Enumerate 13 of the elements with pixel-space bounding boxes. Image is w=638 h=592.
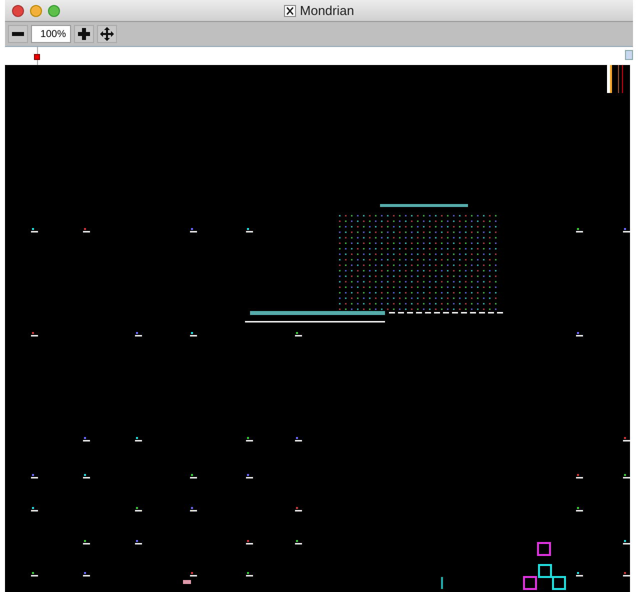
- zoom-in-button[interactable]: [74, 25, 94, 43]
- window-title: Mondrian: [300, 2, 354, 20]
- close-button[interactable]: [12, 4, 24, 16]
- zoom-button[interactable]: [48, 4, 60, 16]
- move-icon: [100, 27, 114, 41]
- minus-icon: [12, 32, 24, 36]
- position-marker[interactable]: [34, 54, 40, 60]
- minimize-button[interactable]: [30, 4, 42, 16]
- x11-icon: [284, 4, 296, 16]
- zoom-field[interactable]: 100%: [31, 25, 71, 43]
- zoom-out-button[interactable]: [8, 25, 28, 43]
- plus-icon: [78, 28, 90, 40]
- pan-button[interactable]: [97, 25, 117, 43]
